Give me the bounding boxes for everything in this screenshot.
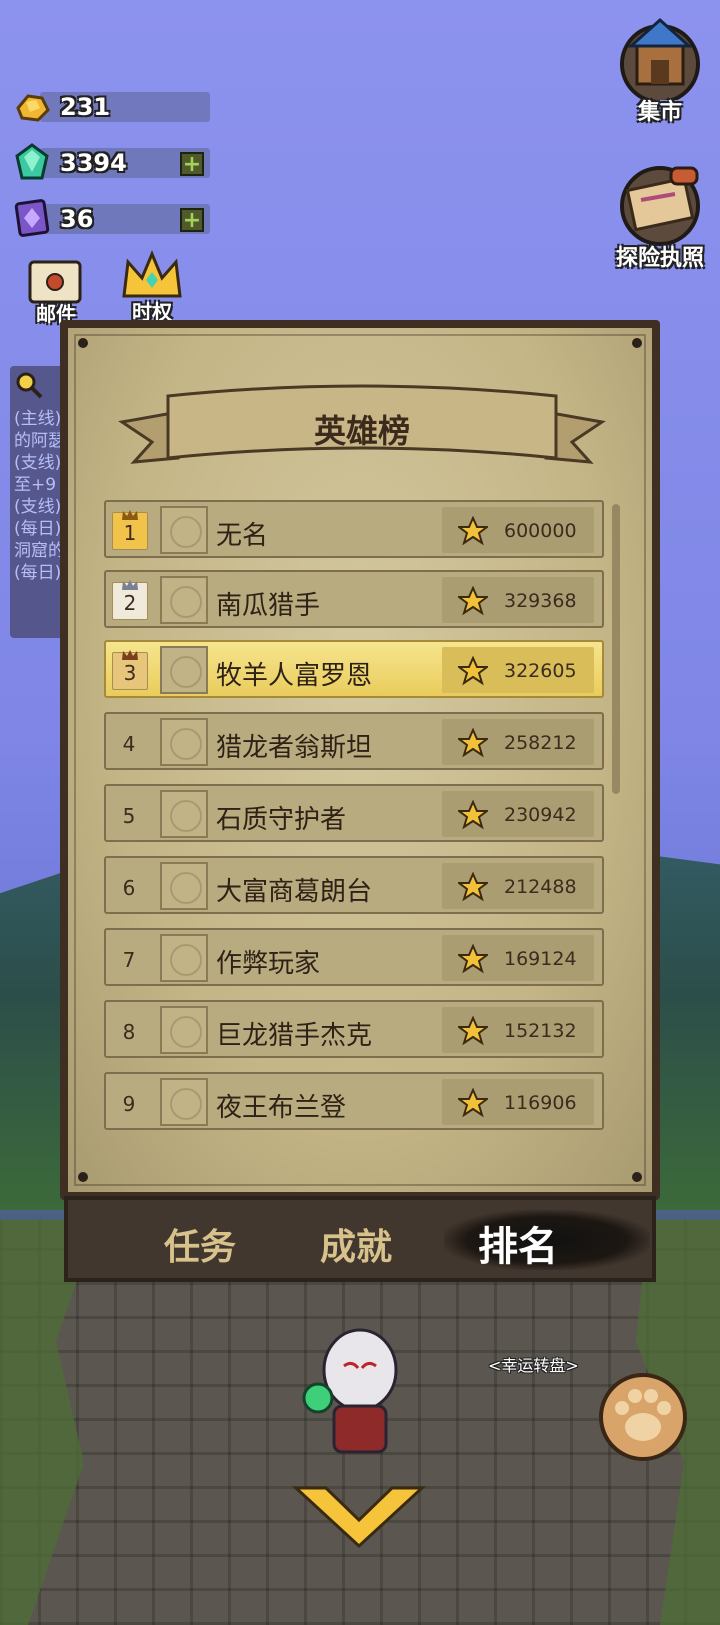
gold-icon	[16, 94, 50, 122]
rank-number: 4	[122, 732, 136, 756]
tab-achievements[interactable]: 成就	[320, 1218, 392, 1270]
tab-quests[interactable]: 任务	[164, 1218, 236, 1270]
hero-character[interactable]	[300, 1310, 420, 1460]
crown-icon	[122, 580, 138, 590]
player-name: 巨龙猎手杰克	[216, 1021, 373, 1051]
ranking-row[interactable]: 8 巨龙猎手杰克 152132	[104, 1000, 604, 1058]
player-name: 石质守护者	[216, 805, 347, 835]
score-value: 169124	[504, 948, 577, 970]
score-box: 212488	[442, 863, 594, 909]
ranking-row-current-player[interactable]: 3 牧羊人富罗恩 322605	[104, 640, 604, 698]
crown-icon	[122, 510, 138, 520]
panel-title: 英雄榜	[313, 412, 410, 450]
ranking-row[interactable]: 1 无名 600000	[104, 500, 604, 558]
market-icon	[620, 17, 700, 104]
avatar	[160, 1078, 208, 1126]
crystal-card-icon	[14, 199, 50, 237]
title-banner: 英雄榜	[118, 382, 606, 478]
paw-button[interactable]	[598, 1372, 688, 1462]
score-box: 322605	[442, 647, 594, 693]
avatar	[160, 934, 208, 982]
rank-number: 8	[122, 1020, 136, 1044]
ranking-row[interactable]: 9 夜王布兰登 116906	[104, 1072, 604, 1130]
player-name: 大富商葛朗台	[216, 877, 373, 907]
star-icon	[458, 656, 488, 686]
score-value: 116906	[504, 1092, 577, 1114]
player-name: 夜王布兰登	[216, 1093, 347, 1123]
score-value: 600000	[504, 520, 577, 542]
score-value: 212488	[504, 876, 577, 898]
score-box: 258212	[442, 719, 594, 765]
score-value: 322605	[504, 660, 577, 682]
search-icon	[16, 372, 43, 399]
avatar	[160, 506, 208, 554]
lucky-wheel-label[interactable]: <幸运转盘>	[488, 1352, 579, 1376]
score-value: 258212	[504, 732, 577, 754]
ranking-row[interactable]: 2 南瓜猎手 329368	[104, 570, 604, 628]
rank-number: 9	[122, 1092, 136, 1116]
score-box: 600000	[442, 507, 594, 553]
market-button[interactable]: 集市	[612, 14, 708, 126]
avatar	[160, 646, 208, 694]
score-box: 116906	[442, 1079, 594, 1125]
rank-number: 5	[122, 804, 136, 828]
score-box: 152132	[442, 1007, 594, 1053]
gem-counter: 3394 +	[12, 143, 210, 180]
player-name: 无名	[216, 521, 269, 551]
chevron-down-icon[interactable]	[292, 1480, 426, 1550]
star-icon	[458, 1016, 488, 1046]
crystal-counter: 36 +	[12, 199, 210, 237]
avatar	[160, 576, 208, 624]
star-icon	[458, 872, 488, 902]
rank-badge: 2	[112, 580, 148, 620]
add-crystals-button[interactable]: +	[180, 208, 204, 232]
star-icon	[458, 800, 488, 830]
add-gems-button[interactable]: +	[180, 152, 204, 176]
avatar	[160, 1006, 208, 1054]
star-icon	[458, 1088, 488, 1118]
ranking-row[interactable]: 7 作弊玩家 169124	[104, 928, 604, 986]
score-box: 169124	[442, 935, 594, 981]
score-box: 230942	[442, 791, 594, 837]
score-value: 152132	[504, 1020, 577, 1042]
avatar	[160, 862, 208, 910]
avatar	[160, 718, 208, 766]
score-value: 230942	[504, 804, 577, 826]
score-value: 329368	[504, 590, 577, 612]
rank-number: 7	[122, 948, 136, 972]
player-name: 作弊玩家	[216, 949, 321, 979]
rank-number: 6	[122, 876, 136, 900]
star-icon	[458, 728, 488, 758]
player-name: 南瓜猎手	[216, 591, 321, 621]
ranking-row[interactable]: 6 大富商葛朗台 212488	[104, 856, 604, 914]
gold-counter: 231	[12, 88, 210, 124]
ranking-row[interactable]: 5 石质守护者 230942	[104, 784, 604, 842]
rank-badge: 1	[112, 510, 148, 550]
ranking-list[interactable]: 1 无名 600000 2 南瓜猎手 329368 3 牧羊人富罗恩 32260…	[104, 500, 604, 1140]
license-scroll-icon	[620, 166, 700, 246]
star-icon	[458, 944, 488, 974]
license-button[interactable]: 探险执照	[612, 160, 708, 272]
ranking-row[interactable]: 4 猎龙者翁斯坦 258212	[104, 712, 604, 770]
mail-button[interactable]: 邮件	[26, 256, 88, 326]
list-scrollbar[interactable]	[612, 504, 620, 794]
player-name: 猎龙者翁斯坦	[216, 733, 373, 763]
star-icon	[458, 586, 488, 616]
crown-button[interactable]: 时权	[120, 248, 182, 324]
star-icon	[458, 516, 488, 546]
player-name: 牧羊人富罗恩	[216, 661, 373, 691]
avatar	[160, 790, 208, 838]
gem-icon	[15, 143, 49, 180]
crown-icon	[122, 650, 138, 660]
tab-ranking[interactable]: 排名	[478, 1214, 558, 1272]
rank-badge: 3	[112, 650, 148, 690]
leaderboard-panel: 英雄榜 1 无名 600000 2 南瓜猎手 329368 3 牧羊人富罗恩 3…	[60, 320, 660, 1290]
panel-tab-bar: 任务 成就 排名	[64, 1196, 656, 1282]
score-box: 329368	[442, 577, 594, 623]
